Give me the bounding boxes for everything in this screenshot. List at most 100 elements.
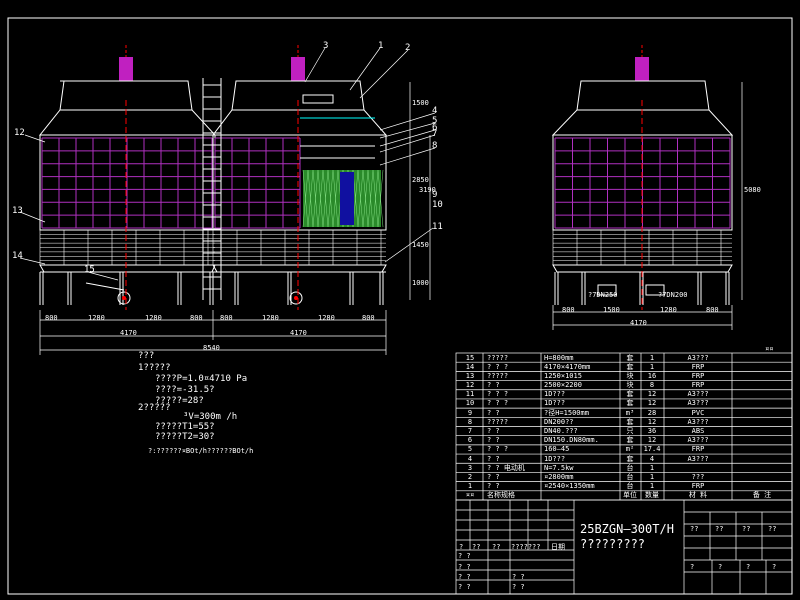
- bom-cell-qty: 4: [649, 454, 655, 463]
- bom-cell-unit: 台: [626, 482, 634, 491]
- bom-cell-name: ? ?: [487, 408, 500, 417]
- bom-cell-qty: 1: [649, 362, 655, 371]
- bom-cell-no: 6: [467, 436, 473, 445]
- bom-cell-spec: 1D???: [544, 454, 566, 463]
- callout-14: 14: [12, 251, 23, 261]
- bom-cell-mat: FRP: [691, 381, 705, 390]
- bom-cell-no: 9: [467, 408, 473, 417]
- bom-cell-no: 10: [465, 399, 475, 408]
- dim-1280-a: 1280: [88, 314, 105, 322]
- bom-cell-unit: 套: [626, 399, 634, 408]
- side-view: [551, 45, 743, 330]
- dim-8540: 8540: [203, 344, 220, 352]
- side-pipe-2: ?7DN200: [658, 291, 688, 299]
- bom-cell-qty: 1: [649, 463, 655, 472]
- bom-cell-spec: DN40.???: [544, 427, 578, 435]
- bom-cell-qty: 16: [647, 371, 657, 380]
- bom-cell-name: ? ?: [487, 454, 500, 463]
- dim-800-c: 800: [220, 314, 233, 322]
- drawing-name: ?????????: [580, 537, 646, 551]
- bom-cell-qty: 1: [649, 472, 655, 481]
- bom-cell-spec: DN150.DN80mm.: [544, 436, 599, 445]
- bom-cell-spec: H=800mm: [544, 353, 574, 362]
- tb-tr-label-4: ??: [768, 525, 777, 533]
- bom-cell-spec: 1D???: [544, 390, 566, 399]
- bom-cell-mat: A3???: [687, 390, 709, 399]
- bom-cell-name: ? ?: [487, 381, 500, 390]
- tb-bq-1: ?: [690, 563, 695, 571]
- bom-cell-spec: 160—45: [544, 445, 570, 454]
- bom-header-qty: 数量: [645, 491, 659, 500]
- bom-cell-spec: 4170×4170mm: [544, 362, 591, 371]
- bom-cell-spec: 1250×1015: [544, 371, 582, 380]
- note-line-4: ????=-31.5?: [155, 385, 215, 395]
- bom-cell-no: 4: [467, 454, 473, 463]
- bom-cell-unit: 块: [626, 371, 634, 380]
- dim-4170-b: 4170: [290, 329, 307, 337]
- bom-cell-qty: 28: [647, 408, 657, 417]
- bom-cell-mat: ???: [691, 472, 705, 481]
- callout-3: 3: [323, 41, 329, 51]
- bom-cell-no: 14: [465, 362, 475, 371]
- callout-15: 15: [84, 265, 95, 275]
- bom-cell-qty: 12: [647, 399, 657, 408]
- bom-cell-no: 8: [467, 417, 473, 426]
- bom-header-note: 备 注: [752, 491, 772, 500]
- note-line-10: ?:??????¤BOt/h??????BOt/h: [148, 447, 254, 455]
- note-line-6: 2?????: [138, 403, 171, 413]
- tb-mid-2: ??: [472, 543, 481, 551]
- bom-cell-mat: A3???: [687, 454, 709, 463]
- tb-mid-3: ??: [492, 543, 501, 551]
- bom-cell-unit: m³: [625, 408, 635, 417]
- bom-cell-spec: DN200??: [544, 417, 574, 426]
- callout-10: 10: [432, 200, 443, 210]
- bom-cell-spec: ¤2800mm: [544, 472, 574, 481]
- bom-cell-qty: 36: [647, 427, 657, 435]
- bom-cell-unit: 块: [626, 381, 634, 390]
- callout-7: 7: [432, 129, 438, 139]
- bom-cell-spec: ?径H=1500mm: [544, 408, 589, 417]
- bom-cell-mat: PVC: [691, 408, 705, 417]
- bom-cell-unit: 套: [626, 417, 634, 426]
- side-dim-1280: 1280: [660, 306, 677, 314]
- bom-cell-name: ? ? ?: [487, 445, 509, 454]
- bom-cell-unit: m²: [625, 445, 635, 454]
- tb-mid-4: ?????: [511, 543, 533, 551]
- side-dim-5080: 5080: [744, 186, 761, 194]
- bom-cell-unit: 套: [626, 353, 634, 362]
- bom-corner: ¤¤: [765, 345, 774, 353]
- dim-800-d: 800: [362, 314, 375, 322]
- bom-cell-no: 11: [465, 390, 475, 399]
- callout-12: 12: [14, 128, 25, 138]
- dim-1280-d: 1280: [318, 314, 335, 322]
- bom-cell-name: ? ?: [487, 436, 500, 445]
- bom-cell-no: 5: [467, 445, 473, 454]
- dim-v-1500: 1500: [412, 99, 429, 107]
- tb-left-6: ? ?: [512, 583, 525, 591]
- side-dim-800-a: 800: [562, 306, 575, 314]
- side-dim-800-b: 800: [706, 306, 719, 314]
- tb-mid-6: 日期: [551, 543, 565, 551]
- dim-800-a: 800: [45, 314, 58, 322]
- callout-8: 8: [432, 141, 438, 151]
- bom-cell-no: 3: [467, 463, 473, 472]
- bom-cell-name: ? ? ?: [487, 362, 509, 371]
- bom-cell-unit: 套: [626, 390, 634, 399]
- bom-cell-spec: ¤2540×1350mm: [544, 482, 595, 491]
- tb-mid-5: ??: [532, 543, 541, 551]
- bom-cell-mat: FRP: [691, 371, 705, 380]
- bom-cell-name: ? ?: [487, 472, 500, 481]
- bom-cell-mat: FRP: [691, 445, 705, 454]
- bom-cell-name: ? ?: [487, 482, 500, 491]
- bom-cell-name: ? ? ?: [487, 390, 509, 399]
- bom-cell-no: 12: [465, 381, 475, 390]
- bom-cell-mat: A3???: [687, 399, 709, 408]
- bom-cell-no: 15: [465, 353, 475, 362]
- bom-cell-qty: 1: [649, 353, 655, 362]
- tb-tr-label-2: ??: [715, 525, 724, 533]
- bom-header-no: ¤¤: [465, 491, 475, 500]
- side-dim-4170: 4170: [630, 319, 647, 327]
- bom-cell-unit: 台: [626, 472, 634, 481]
- bom-cell-mat: A3???: [687, 353, 709, 362]
- dim-4170-a: 4170: [120, 329, 137, 337]
